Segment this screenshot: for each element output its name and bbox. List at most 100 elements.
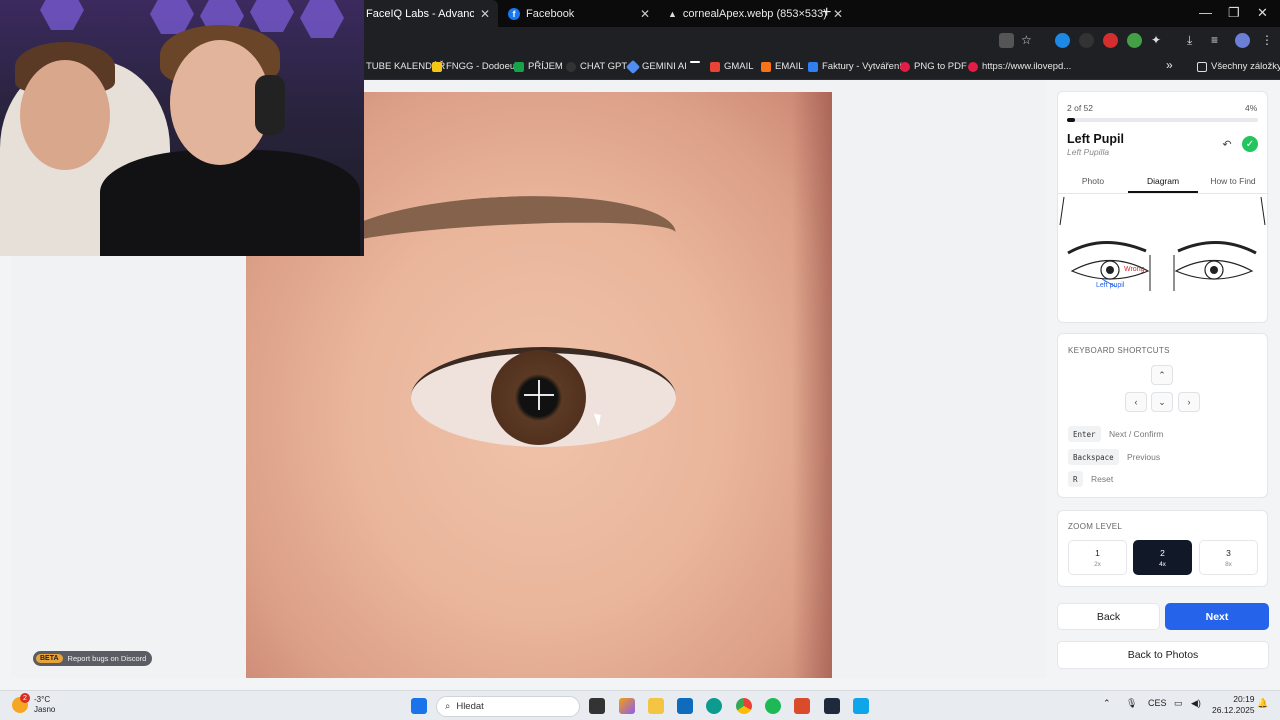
language-indicator[interactable]: CES <box>1148 698 1167 708</box>
bookmark-item[interactable]: PNG to PDF <box>900 61 967 72</box>
landmark-title: Left Pupil <box>1067 132 1124 146</box>
task-view-icon[interactable] <box>589 698 605 714</box>
next-button[interactable]: Next <box>1165 603 1269 630</box>
search-icon: ⌕ <box>445 701 451 712</box>
windows-taskbar: 2 -3°C Jasno ⌕ Hledat ⌃ 🎙 CES ▭ ◀) 20:19… <box>0 690 1280 720</box>
zoom-title: ZOOM LEVEL <box>1068 522 1123 531</box>
more-menu-icon[interactable]: ⋮ <box>1261 33 1276 48</box>
edge-icon[interactable] <box>706 698 722 714</box>
back-button[interactable]: Back <box>1057 603 1160 630</box>
obs-icon[interactable] <box>794 698 810 714</box>
tab-facebook[interactable]: f Facebook ✕ <box>500 0 658 27</box>
notepad-icon[interactable] <box>853 698 869 714</box>
zoom-level-number: 3 <box>1226 548 1231 558</box>
star-icon[interactable]: ☆ <box>1021 33 1036 48</box>
bookmark-item[interactable]: GEMINI AI <box>625 59 687 74</box>
clock-time: 20:19 <box>1233 694 1255 704</box>
close-tab-icon[interactable]: ✕ <box>833 7 843 21</box>
progress-bar-fill <box>1067 118 1075 122</box>
weather-sun-icon: 2 <box>12 693 30 713</box>
bookmark-icon <box>690 61 700 63</box>
taskbar-search[interactable]: ⌕ Hledat <box>436 696 580 717</box>
weather-temp: -3°C <box>34 695 51 704</box>
extensions-puzzle-icon[interactable]: ✦ <box>1151 33 1166 48</box>
volume-icon[interactable]: ◀) <box>1191 698 1201 709</box>
tray-chevron-icon[interactable]: ⌃ <box>1103 698 1111 709</box>
progress-bar <box>1067 118 1258 122</box>
outlook-icon[interactable] <box>677 698 693 714</box>
gmail-icon <box>710 61 720 72</box>
bookmark-icon <box>968 61 978 72</box>
bookmarks-overflow-icon[interactable]: » <box>1166 58 1173 72</box>
eye-diagram: Wrong Left pupil <box>1058 195 1267 322</box>
headset <box>255 75 285 135</box>
profile-avatar-icon[interactable] <box>1235 33 1250 48</box>
progress-percent: 4% <box>1245 103 1258 113</box>
tab-how-to-find[interactable]: How to Find <box>1198 170 1268 193</box>
back-to-photos-button[interactable]: Back to Photos <box>1057 641 1269 669</box>
close-window-icon[interactable]: ✕ <box>1257 5 1268 21</box>
tab-diagram[interactable]: Diagram <box>1128 170 1198 193</box>
restore-icon[interactable]: ❐ <box>1228 5 1240 21</box>
translate-icon[interactable] <box>999 33 1014 48</box>
face-shadow <box>792 92 832 678</box>
weather-desc: Jasno <box>34 705 56 714</box>
bookmark-item[interactable]: CHAT GPT <box>566 61 627 72</box>
zoom-level-number: 1 <box>1095 548 1100 558</box>
file-explorer-icon[interactable] <box>648 698 664 714</box>
microphone-icon[interactable]: 🎙 <box>1126 698 1137 709</box>
minimize-icon[interactable]: — <box>1199 5 1212 20</box>
clock-date: 26.12.2025 <box>1212 705 1255 715</box>
shortcut-key-r: R <box>1068 471 1083 487</box>
shortcut-key-enter: Enter <box>1068 426 1101 442</box>
chrome-icon[interactable] <box>736 698 752 714</box>
weather-widget[interactable]: 2 -3°C Jasno <box>12 693 56 715</box>
new-tab-icon[interactable]: + <box>822 4 831 22</box>
wall-light <box>300 0 344 38</box>
zoom-level-3-button[interactable]: 3 8x <box>1199 540 1258 575</box>
all-bookmarks[interactable]: Všechny záložky <box>1197 61 1280 72</box>
zoom-level-1-button[interactable]: 1 2x <box>1068 540 1127 575</box>
bookmark-item[interactable]: PŘÍJEM <box>514 61 563 72</box>
bookmark-item[interactable]: https://www.ilovepd... <box>968 61 1071 72</box>
facebook-icon: f <box>508 7 520 20</box>
extension-3-icon[interactable] <box>1103 33 1118 48</box>
bookmark-item[interactable]: EMAIL <box>761 61 804 72</box>
download-icon[interactable]: ⤓ <box>1187 33 1202 48</box>
spotify-icon[interactable] <box>765 698 781 714</box>
extension-1-icon[interactable] <box>1055 33 1070 48</box>
bookmark-icon <box>514 61 524 72</box>
streamer-left-face <box>20 60 110 170</box>
bookmark-icon <box>566 61 576 72</box>
terminal-icon[interactable] <box>824 698 840 714</box>
tab-faceiq[interactable]: FaceIQ Labs - Advanced Facial A ✕ <box>358 0 498 27</box>
bookmark-item[interactable]: FNGG - Dodoeu <box>432 61 515 72</box>
close-tab-icon[interactable]: ✕ <box>480 7 490 21</box>
tab-image[interactable]: ▲ cornealApex.webp (853×533) ✕ <box>660 0 843 27</box>
shortcut-desc: Previous <box>1127 452 1161 462</box>
folder-icon <box>1197 61 1207 72</box>
crosshair-marker-icon[interactable] <box>524 380 554 410</box>
report-bugs-link[interactable]: Report bugs on Discord <box>68 654 147 663</box>
extension-4-icon[interactable] <box>1127 33 1142 48</box>
bookmark-item[interactable] <box>690 61 700 63</box>
confirm-check-icon[interactable]: ✓ <box>1242 136 1258 152</box>
media-icon[interactable]: ≡ <box>1211 33 1226 48</box>
undo-icon[interactable]: ↶ <box>1219 136 1235 152</box>
network-icon[interactable]: ▭ <box>1174 698 1183 709</box>
extension-2-icon[interactable] <box>1079 33 1094 48</box>
copilot-icon[interactable] <box>619 698 635 714</box>
tab-photo[interactable]: Photo <box>1058 170 1128 193</box>
close-tab-icon[interactable]: ✕ <box>640 7 650 21</box>
bookmark-item[interactable]: GMAIL <box>710 61 754 72</box>
zoom-level-multiplier: 4x <box>1159 561 1166 568</box>
shortcut-desc: Reset <box>1091 474 1114 484</box>
clock[interactable]: 20:19 26.12.2025 <box>1212 694 1255 716</box>
report-bugs-badge[interactable]: BETA Report bugs on Discord <box>33 651 153 666</box>
notifications-icon[interactable]: 🔔 <box>1257 698 1268 709</box>
windows-start-icon[interactable] <box>411 698 427 714</box>
arrow-left-key-icon: ‹ <box>1125 392 1147 412</box>
bookmark-item[interactable]: Faktury - Vytváření <box>808 61 902 72</box>
zoom-level-2-button[interactable]: 2 4x <box>1133 540 1192 575</box>
zoom-level-number: 2 <box>1160 548 1165 558</box>
